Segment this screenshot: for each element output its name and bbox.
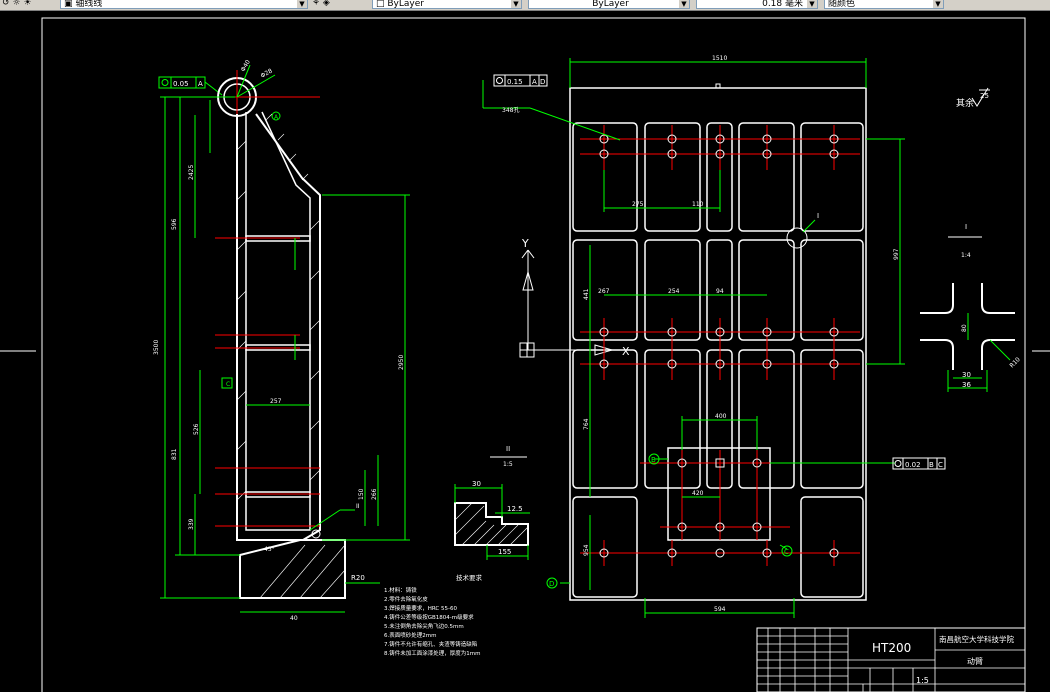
dim-side-total: 3500 (153, 340, 160, 355)
detail-ii-scale: 1:5 (503, 461, 513, 468)
tech-req-item: 6.表面喷砂处理2mm (384, 631, 436, 639)
axis-x-label: X (622, 345, 630, 358)
dim-side-339: 339 (188, 518, 195, 530)
tech-req-item: 1.材料：铸铁 (384, 586, 417, 594)
detail-i-dim-36: 36 (962, 381, 971, 389)
detail-i-dim-80: 80 (961, 324, 968, 332)
detail-ii-dim-30: 30 (472, 480, 481, 488)
detail-ii-title: II (506, 445, 510, 453)
title-part-name: 动臂 (967, 656, 983, 666)
dim-side-266: 266 (371, 488, 378, 500)
hole-note: 348孔 (502, 106, 519, 114)
layer-combo-arrow-icon[interactable]: ▼ (297, 0, 307, 8)
side-section-c: C (226, 381, 230, 388)
title-material: HT200 (872, 641, 911, 655)
linetype-combo[interactable]: □ ByLayer ▼ (372, 0, 522, 9)
lineweight-value: 0.18 毫米 (762, 0, 803, 9)
dim-side-40: 40 (290, 615, 298, 622)
detail-i-dim-30: 30 (962, 371, 971, 379)
tech-req-item: 4.铸件公差等级按GB1804-m级要求 (384, 613, 474, 621)
plotstyle-combo[interactable]: 随颜色 ▼ (824, 0, 944, 9)
dim-front-94: 94 (716, 288, 724, 295)
tool-icons[interactable]: ↺ ☼ ☀ (2, 0, 31, 9)
datum-b-marker-label: B (651, 456, 656, 464)
dim-side-526: 526 (193, 423, 200, 435)
dim-side-831: 831 (171, 448, 178, 460)
front-cell-label: I (817, 212, 819, 220)
toolbar: ↺ ☼ ☀ ▣ 轴线线 ▼ ⚘ ◈ □ ByLayer ▼ ByLayer ▼ … (0, 0, 1050, 11)
front-tolerance-value: 0.15 (507, 78, 523, 86)
drawing-canvas[interactable]: 0.05 A Φ40 Φ28 A 3500 596 831 526 339 24… (0, 11, 1050, 692)
dim-front-400: 400 (715, 413, 727, 420)
front-tolerance2-datum-b: B (929, 461, 934, 469)
dim-side-2950: 2950 (398, 355, 405, 370)
dim-side-2425: 2425 (188, 165, 195, 180)
tech-req-item: 7.铸件不允许有缩孔、夹渣等铸造缺陷 (384, 640, 477, 648)
dim-front-954: 954 (583, 544, 590, 556)
dim-front-764: 764 (583, 418, 590, 430)
dim-front-997: 997 (893, 248, 900, 260)
tech-req-title: 技术要求 (456, 573, 483, 582)
dim-front-420: 420 (692, 490, 704, 497)
detail-i-scale: 1:4 (961, 252, 971, 259)
layer-icon: ▣ (64, 0, 76, 9)
dim-front-254: 254 (668, 288, 680, 295)
dim-side-150: 150 (358, 488, 365, 500)
layer-tool-icons[interactable]: ⚘ ◈ (312, 0, 330, 9)
title-school: 南昌航空大学科技学院 (939, 634, 1014, 644)
tech-req-item: 8.铸件未加工面涂漆处理，厚度为1mm (384, 649, 480, 657)
dim-side-257: 257 (270, 398, 282, 405)
tech-req-item: 2.零件去除氧化皮 (384, 595, 428, 603)
roughness-label: 其余 (956, 97, 974, 109)
axis-y-label: Y (521, 237, 529, 250)
side-tolerance-datum: A (198, 80, 203, 88)
plotstyle-value: 随颜色 (828, 0, 856, 9)
side-detail-label: II (356, 503, 360, 510)
linetype-combo-arrow-icon[interactable]: ▼ (511, 0, 521, 8)
linetype-combo-value: ByLayer (387, 0, 424, 9)
title-scale: 1:5 (916, 676, 929, 685)
front-tolerance2-value: 0.02 (905, 461, 921, 469)
roughness-value: 25 (980, 92, 989, 100)
dim-front-441: 441 (583, 288, 590, 300)
datum-d-marker-label: D (549, 580, 554, 588)
plotstyle-arrow-icon[interactable]: ▼ (933, 0, 943, 8)
detail-ii-dim-125: 12.5 (507, 505, 523, 513)
layer-combo-value: 轴线线 (75, 0, 103, 9)
linetype-icon: □ (376, 0, 388, 9)
dim-front-275: 275 (632, 201, 644, 208)
front-tolerance-datum-a: A (532, 78, 537, 86)
tech-req-item: 3.焊接质量要求，HRC 55-60 (384, 604, 458, 612)
lineweight-value-arrow-icon[interactable]: ▼ (807, 0, 817, 8)
dim-side-r20: R20 (351, 574, 365, 582)
detail-i-title: I (965, 223, 967, 231)
detail-ii-dim-155: 155 (498, 548, 511, 556)
dim-front-594: 594 (714, 606, 726, 613)
side-tolerance-value: 0.05 (173, 80, 189, 88)
lineweight-value-combo[interactable]: 0.18 毫米 ▼ (696, 0, 818, 9)
tech-req-item: 5.未注倒角去除尖角飞边0.5mm (384, 622, 464, 630)
front-tolerance2-datum-c: C (938, 461, 943, 469)
lineweight-combo-arrow-icon[interactable]: ▼ (679, 0, 689, 8)
lineweight-combo[interactable]: ByLayer ▼ (528, 0, 690, 9)
dim-side-596: 596 (171, 218, 178, 230)
dim-front-110: 110 (692, 201, 704, 208)
dim-front-267: 267 (598, 288, 610, 295)
front-tolerance-datum-d: D (540, 78, 545, 86)
dim-side-angle: 45° (264, 546, 275, 553)
datum-c-marker-label: C (784, 548, 789, 556)
lineweight-combo-value: ByLayer (592, 0, 629, 9)
dim-front-width: 1510 (712, 55, 727, 62)
layer-combo[interactable]: ▣ 轴线线 ▼ (60, 0, 308, 9)
